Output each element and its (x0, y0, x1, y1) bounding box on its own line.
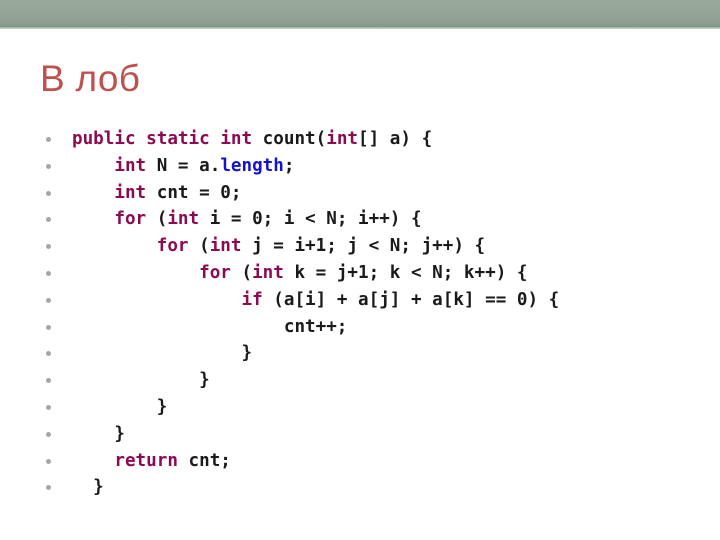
bullet-icon (46, 163, 51, 169)
list-item: } (40, 421, 710, 448)
bullet-icon (46, 431, 51, 437)
bullet-icon (46, 190, 51, 196)
code-token: for (156, 236, 189, 257)
code-token: cnt++; (72, 316, 348, 337)
code-token: return (114, 450, 178, 471)
code-line-text: return cnt; (72, 448, 231, 475)
list-item: for (int i = 0; i < N; i++) { (40, 206, 710, 233)
code-token: } (72, 423, 125, 444)
bullet-icon (46, 297, 51, 303)
code-token: int (220, 129, 253, 149)
bullet-icon (46, 404, 51, 410)
code-token: int (167, 209, 200, 230)
code-token: ( (188, 236, 210, 257)
code-token: } (72, 477, 104, 498)
list-item: for (int j = i+1; j < N; j++) { (40, 233, 710, 260)
code-line-text: for (int j = i+1; j < N; j++) { (72, 233, 485, 260)
page-title: В лоб (40, 58, 141, 99)
bullet-icon (46, 458, 51, 464)
slide-top-band (0, 0, 720, 27)
code-token: k = j+1; k < N; k++) { (283, 262, 528, 283)
code-token: cnt = 0; (146, 182, 242, 203)
code-token: N = a. (146, 155, 221, 176)
code-token: count( (252, 129, 327, 149)
code-line-text: int N = a.length; (72, 153, 294, 180)
list-item: } (40, 474, 710, 501)
list-item: } (40, 340, 710, 367)
list-item: for (int k = j+1; k < N; k++) { (40, 260, 710, 287)
code-token: cnt; (177, 450, 231, 471)
code-token: length (220, 155, 284, 176)
list-item: return cnt; (40, 448, 710, 475)
bullet-icon (46, 378, 51, 384)
bullet-icon (46, 244, 51, 250)
bullet-icon (46, 270, 51, 276)
code-token: [] a) { (358, 129, 433, 149)
code-line-text: } (72, 340, 252, 367)
code-line-text: if (a[i] + a[j] + a[k] == 0) { (72, 287, 559, 314)
list-item: public static int count(int[] a) { (40, 126, 710, 153)
code-token: } (72, 343, 253, 364)
code-token: for (199, 262, 231, 283)
list-item: } (40, 394, 710, 421)
code-bullet-list: public static int count(int[] a) { int N… (40, 126, 710, 501)
code-token: for (114, 209, 147, 230)
bullet-icon (46, 485, 51, 491)
list-item: cnt++; (40, 314, 710, 341)
code-line-text: for (int k = j+1; k < N; k++) { (72, 260, 527, 287)
bullet-icon (46, 217, 51, 223)
code-line-text: public static int count(int[] a) { (72, 126, 432, 153)
code-token: ( (230, 262, 253, 283)
code-line-text: } (72, 421, 125, 448)
code-token: public (72, 129, 136, 149)
code-token: int (209, 236, 242, 257)
code-token: static (146, 129, 210, 149)
code-token: i = 0; i < N; i++) { (199, 209, 422, 230)
slide-top-band-rule (0, 27, 720, 29)
bullet-icon (46, 137, 51, 142)
code-line-text: } (72, 394, 168, 421)
code-token: int (114, 155, 147, 176)
code-line-text: } (72, 367, 210, 394)
code-token: ( (146, 209, 168, 230)
code-line-text: cnt++; (72, 314, 348, 341)
bullet-icon (46, 351, 51, 357)
code-token: } (72, 396, 168, 417)
code-token: int (326, 129, 359, 149)
bullet-icon (46, 324, 51, 330)
code-line-text: for (int i = 0; i < N; i++) { (72, 206, 422, 233)
code-token: ; (283, 155, 295, 176)
code-token: int (114, 182, 147, 203)
list-item: int N = a.length; (40, 153, 710, 180)
code-token: } (72, 370, 210, 391)
code-token: j = i+1; j < N; j++) { (241, 236, 486, 257)
code-token: if (241, 289, 263, 310)
code-token: (a[i] + a[j] + a[k] == 0) { (262, 289, 560, 310)
list-item: } (40, 367, 710, 394)
code-line-text: } (72, 474, 104, 501)
list-item: int cnt = 0; (40, 180, 710, 207)
list-item: if (a[i] + a[j] + a[k] == 0) { (40, 287, 710, 314)
code-line-text: int cnt = 0; (72, 180, 242, 207)
code-token: int (252, 262, 284, 283)
